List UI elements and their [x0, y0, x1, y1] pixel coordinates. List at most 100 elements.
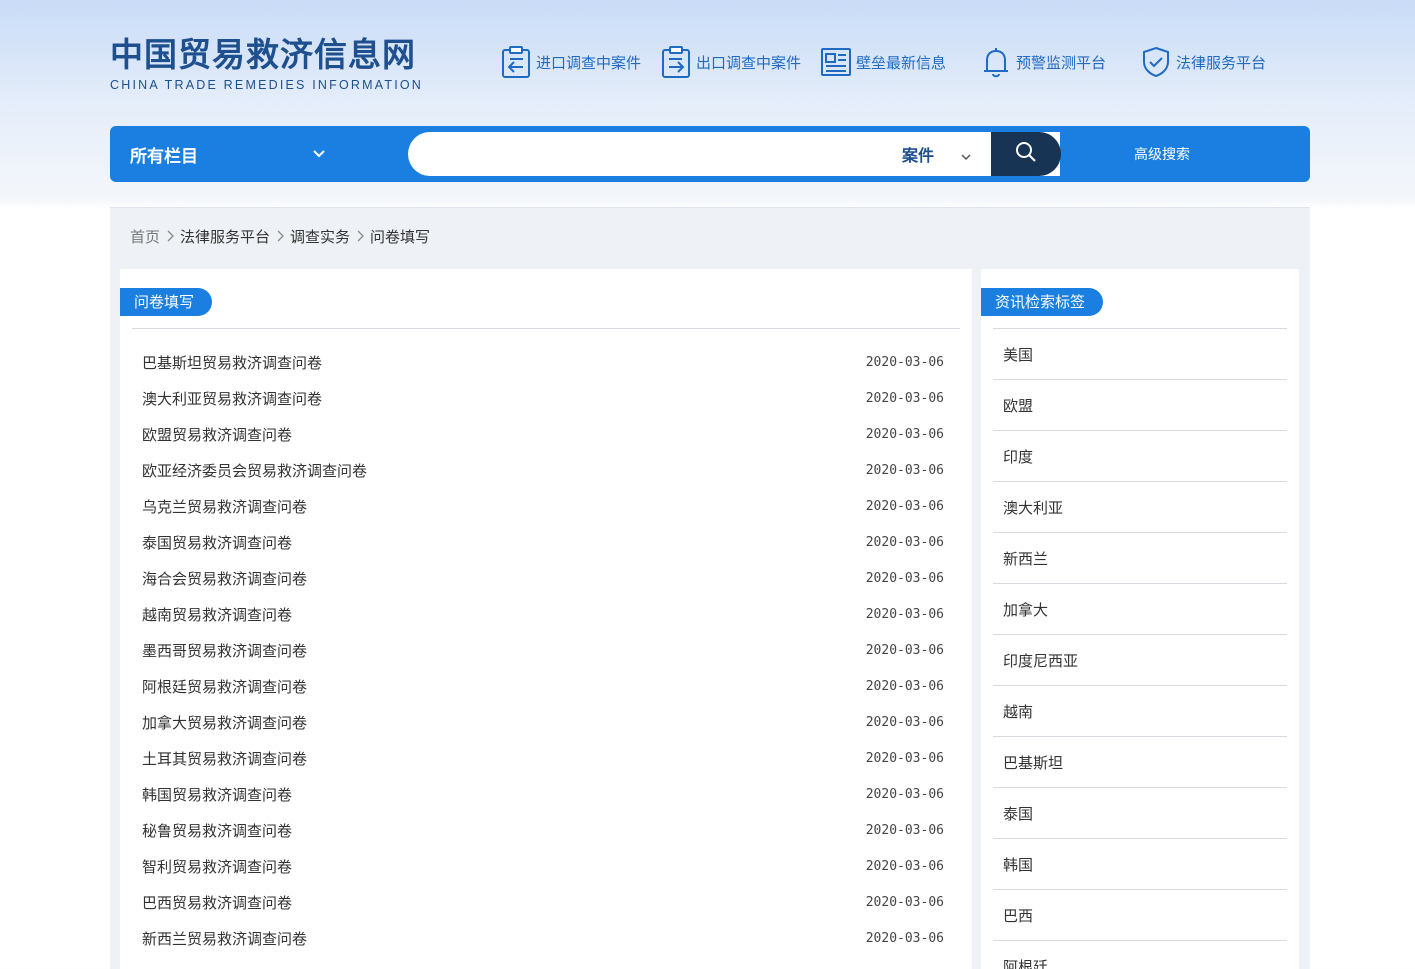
article-date: 2020-03-06 [865, 930, 944, 946]
tag-item[interactable]: 新西兰 [993, 532, 1287, 583]
article-title[interactable]: 欧盟贸易救济调查问卷 [142, 424, 292, 445]
article-row[interactable]: 墨西哥贸易救济调查问卷 2020-03-06 [142, 632, 944, 668]
tag-item[interactable]: 澳大利亚 [993, 481, 1287, 532]
article-title[interactable]: 阿根廷贸易救济调查问卷 [142, 676, 307, 697]
article-row[interactable]: 欧盟贸易救济调查问卷 2020-03-06 [142, 416, 944, 452]
article-date: 2020-03-06 [865, 570, 944, 586]
nav-label: 法律服务平台 [1176, 53, 1267, 72]
tag-item[interactable]: 阿根廷 [993, 940, 1287, 969]
article-title[interactable]: 越南贸易救济调查问卷 [142, 604, 292, 625]
breadcrumb: 首页 法律服务平台 调查实务 问卷填写 [130, 224, 430, 248]
article-list: 巴基斯坦贸易救济调查问卷 2020-03-06 澳大利亚贸易救济调查问卷 2020-0… [142, 344, 944, 956]
article-row[interactable]: 韩国贸易救济调查问卷 2020-03-06 [142, 776, 944, 812]
tag-item[interactable]: 巴基斯坦 [993, 736, 1287, 787]
nav-label: 预警监测平台 [1016, 53, 1107, 72]
article-row[interactable]: 巴基斯坦贸易救济调查问卷 2020-03-06 [142, 344, 944, 380]
article-date: 2020-03-06 [865, 858, 944, 874]
article-date: 2020-03-06 [865, 894, 944, 910]
tag-panel: 资讯检索标签 美国 欧盟 印度 澳大利亚 新西兰 加拿大 印度尼西亚 越南 巴基斯坦 泰国 韩国 巴西… [981, 269, 1299, 969]
import-clipboard-icon [500, 45, 532, 79]
article-row[interactable]: 阿根廷贸易救济调查问卷 2020-03-06 [142, 668, 944, 704]
nav-legal-platform[interactable]: 法律服务平台 [1140, 44, 1266, 80]
article-title[interactable]: 乌克兰贸易救济调查问卷 [142, 496, 307, 517]
chevron-down-icon [312, 146, 326, 165]
article-row[interactable]: 海合会贸易救济调查问卷 2020-03-06 [142, 560, 944, 596]
tag-item[interactable]: 越南 [993, 685, 1287, 736]
article-date: 2020-03-06 [865, 498, 944, 514]
search-type-select[interactable]: 案件 [902, 132, 988, 176]
nav-label: 出口调查中案件 [696, 53, 802, 72]
nav-warning-platform[interactable]: 预警监测平台 [980, 44, 1106, 80]
tag-item[interactable]: 加拿大 [993, 583, 1287, 634]
article-date: 2020-03-06 [865, 354, 944, 370]
advanced-search-link[interactable]: 高级搜索 [1134, 126, 1190, 182]
article-row[interactable]: 乌克兰贸易救济调查问卷 2020-03-06 [142, 488, 944, 524]
chevron-down-icon [960, 148, 972, 167]
article-row[interactable]: 新西兰贸易救济调查问卷 2020-03-06 [142, 920, 944, 956]
search-bar: 所有栏目 案件 高级搜索 [110, 126, 1310, 182]
tag-item[interactable]: 泰国 [993, 787, 1287, 838]
article-title[interactable]: 韩国贸易救济调查问卷 [142, 784, 292, 805]
article-title[interactable]: 澳大利亚贸易救济调查问卷 [142, 388, 322, 409]
article-row[interactable]: 加拿大贸易救济调查问卷 2020-03-06 [142, 704, 944, 740]
article-title[interactable]: 巴西贸易救济调查问卷 [142, 892, 292, 913]
tag-item[interactable]: 印度 [993, 430, 1287, 481]
tag-item[interactable]: 巴西 [993, 889, 1287, 940]
article-date: 2020-03-06 [865, 390, 944, 406]
article-title[interactable]: 海合会贸易救济调查问卷 [142, 568, 307, 589]
search-type-label: 案件 [902, 146, 935, 165]
article-date: 2020-03-06 [865, 786, 944, 802]
article-row[interactable]: 巴西贸易救济调查问卷 2020-03-06 [142, 884, 944, 920]
article-title[interactable]: 秘鲁贸易救济调查问卷 [142, 820, 292, 841]
logo-title-cn: 中国贸易救济信息网 [110, 35, 416, 74]
article-row[interactable]: 泰国贸易救济调查问卷 2020-03-06 [142, 524, 944, 560]
breadcrumb-legal-platform[interactable]: 法律服务平台 [180, 226, 270, 247]
tag-list: 美国 欧盟 印度 澳大利亚 新西兰 加拿大 印度尼西亚 越南 巴基斯坦 泰国 韩国 巴西 阿根廷 [993, 328, 1287, 969]
news-icon [820, 45, 852, 79]
chevron-right-icon [270, 230, 290, 242]
nav-label: 进口调查中案件 [536, 53, 642, 72]
article-panel: 问卷填写 巴基斯坦贸易救济调查问卷 2020-03-06 澳大利亚贸易救济调查问卷 2… [120, 269, 972, 969]
article-date: 2020-03-06 [865, 642, 944, 658]
article-title[interactable]: 智利贸易救济调查问卷 [142, 856, 292, 877]
article-row[interactable]: 智利贸易救济调查问卷 2020-03-06 [142, 848, 944, 884]
tag-item[interactable]: 韩国 [993, 838, 1287, 889]
tag-item[interactable]: 欧盟 [993, 379, 1287, 430]
search-icon [1014, 140, 1038, 168]
article-title[interactable]: 新西兰贸易救济调查问卷 [142, 928, 307, 949]
article-row[interactable]: 越南贸易救济调查问卷 2020-03-06 [142, 596, 944, 632]
breadcrumb-home[interactable]: 首页 [130, 226, 160, 247]
nav-barrier-news[interactable]: 壁垒最新信息 [820, 44, 946, 80]
article-row[interactable]: 欧亚经济委员会贸易救济调查问卷 2020-03-06 [142, 452, 944, 488]
export-clipboard-icon [660, 45, 692, 79]
nav-export-cases[interactable]: 出口调查中案件 [660, 44, 801, 80]
article-title[interactable]: 墨西哥贸易救济调查问卷 [142, 640, 307, 661]
search-button[interactable] [991, 132, 1061, 176]
nav-label: 壁垒最新信息 [856, 53, 947, 72]
section-title: 问卷填写 [120, 288, 213, 316]
article-title[interactable]: 巴基斯坦贸易救济调查问卷 [142, 352, 322, 373]
site-logo[interactable]: 中国贸易救济信息网 CHINA TRADE REMEDIES INFORMATI… [110, 35, 440, 93]
article-date: 2020-03-06 [865, 714, 944, 730]
breadcrumb-current: 问卷填写 [370, 227, 431, 246]
article-title[interactable]: 泰国贸易救济调查问卷 [142, 532, 292, 553]
article-row[interactable]: 土耳其贸易救济调查问卷 2020-03-06 [142, 740, 944, 776]
logo-title-en: CHINA TRADE REMEDIES INFORMATION [110, 78, 424, 92]
article-title[interactable]: 土耳其贸易救济调查问卷 [142, 748, 307, 769]
breadcrumb-investigation[interactable]: 调查实务 [290, 226, 350, 247]
article-date: 2020-03-06 [865, 534, 944, 550]
tag-item[interactable]: 美国 [993, 328, 1287, 379]
nav-import-cases[interactable]: 进口调查中案件 [500, 44, 641, 80]
article-date: 2020-03-06 [865, 462, 944, 478]
article-title[interactable]: 欧亚经济委员会贸易救济调查问卷 [142, 460, 367, 481]
divider [132, 328, 960, 329]
chevron-right-icon [350, 230, 370, 242]
article-row[interactable]: 秘鲁贸易救济调查问卷 2020-03-06 [142, 812, 944, 848]
tag-item[interactable]: 印度尼西亚 [993, 634, 1287, 685]
sidebar-title: 资讯检索标签 [981, 288, 1104, 316]
article-row[interactable]: 澳大利亚贸易救济调查问卷 2020-03-06 [142, 380, 944, 416]
search-input[interactable] [426, 132, 876, 176]
category-select[interactable]: 所有栏目 [130, 126, 330, 182]
search-box: 案件 [408, 132, 1060, 176]
article-title[interactable]: 加拿大贸易救济调查问卷 [142, 712, 307, 733]
